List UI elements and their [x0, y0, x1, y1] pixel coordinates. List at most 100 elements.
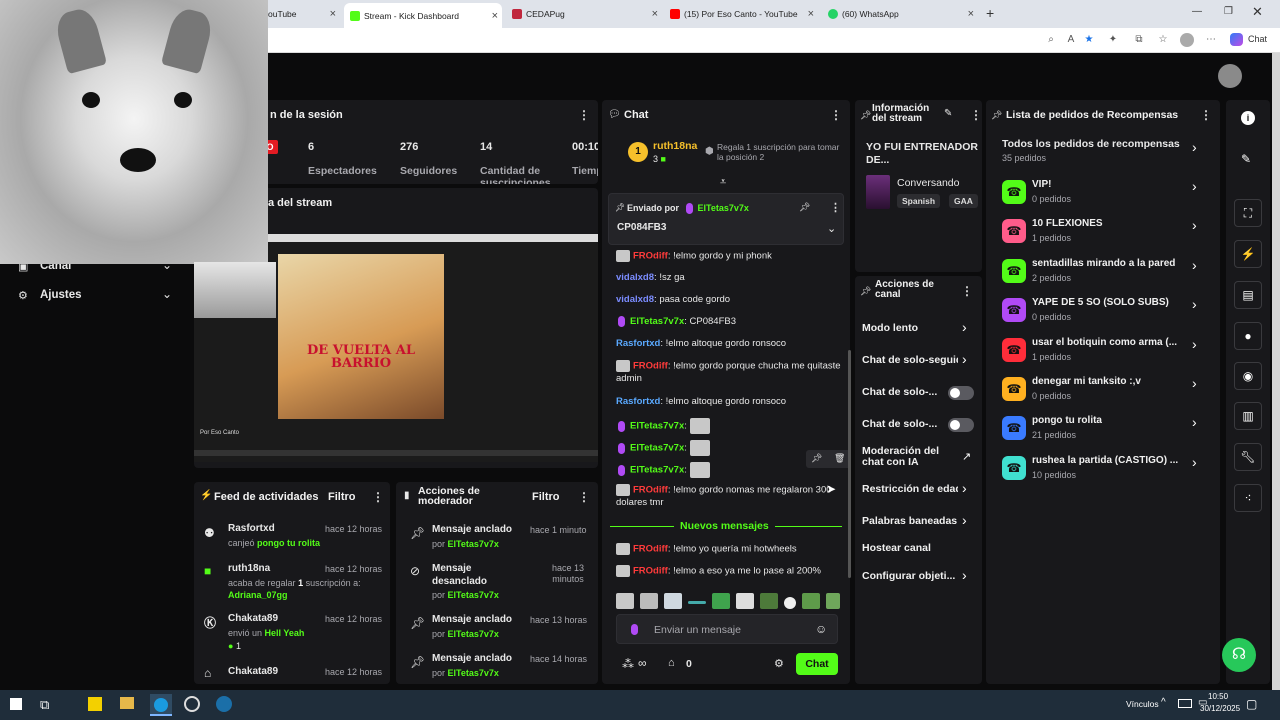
file-explorer-icon[interactable] [120, 697, 134, 709]
edit-pencil-icon[interactable]: ✎ [1241, 152, 1251, 166]
start-icon[interactable] [10, 698, 22, 710]
edge-taskbar-icon[interactable] [150, 694, 172, 716]
channel-points-icon[interactable]: ⁂ [622, 657, 634, 671]
send-chat-button[interactable]: Chat [796, 653, 838, 675]
emote-icon[interactable] [826, 593, 840, 609]
collapse-icon[interactable]: ⩡ [720, 176, 726, 189]
lightning-icon[interactable]: ⚡ [1234, 240, 1262, 268]
clock-time[interactable]: 10:50 [1208, 692, 1228, 701]
sidebar-item-ajustes[interactable]: ⚙ Ajustes ⌄ [16, 287, 186, 307]
layout-icon[interactable]: ▥ [1234, 402, 1262, 430]
notifications-icon[interactable]: ▢ [1246, 697, 1257, 711]
broadcast-icon[interactable]: ◉ [1234, 362, 1262, 390]
emote-icon[interactable] [712, 593, 730, 609]
copilot-chat-button[interactable]: Chat [1248, 34, 1267, 44]
clock-date[interactable]: 30/12/2025 [1200, 704, 1240, 713]
video-controls[interactable] [194, 450, 598, 456]
more-options-icon[interactable]: ⋮ [372, 490, 384, 504]
user-avatar[interactable] [1218, 64, 1242, 88]
host-channel-button[interactable]: Hostear canal [862, 542, 931, 554]
unpin-button[interactable]: 📌︎ [799, 202, 810, 213]
reward-item[interactable]: ☎ denegar mi tanksito :,v 0 pedidos › [1002, 373, 1202, 407]
shop-icon[interactable]: ⌂ [668, 657, 675, 669]
all-rewards-item[interactable]: Todos los pedidos de recompensas 35 pedi… [1002, 138, 1212, 170]
history-icon[interactable]: ⧉ [1132, 33, 1146, 47]
more-menu-icon[interactable]: ⋯ [1204, 33, 1218, 47]
set-goal-button[interactable]: Configurar objeti... [862, 570, 955, 582]
reward-item[interactable]: ☎ pongo tu rolita 21 pedidos › [1002, 412, 1202, 446]
more-options-icon[interactable]: ⋮ [961, 284, 973, 298]
support-headset-icon[interactable]: ☊ [1222, 638, 1256, 672]
wrench-icon[interactable]: 🔧︎ [1234, 443, 1262, 471]
reward-item[interactable]: ☎ usar el botiquin como arma (... 1 pedido… [1002, 334, 1202, 368]
emote-icon[interactable] [784, 597, 796, 609]
copilot-icon[interactable] [1230, 33, 1243, 46]
tag-chip[interactable]: Spanish [897, 194, 941, 208]
zoom-icon[interactable]: ⌕ [1044, 33, 1058, 47]
chat-bubble-icon[interactable]: ● [1234, 322, 1262, 350]
favorites-icon[interactable]: ☆ [1156, 33, 1170, 47]
scan-icon[interactable]: ⛶ [1234, 199, 1262, 227]
top-gifter-name[interactable]: ruth18na [653, 140, 697, 152]
slow-mode-button[interactable]: Modo lento [862, 322, 918, 334]
close-tab-icon[interactable]: × [808, 8, 814, 20]
close-tab-icon[interactable]: × [492, 10, 498, 22]
emote-icon[interactable] [736, 593, 754, 609]
close-tab-icon[interactable]: × [968, 8, 974, 20]
reward-item[interactable]: ☎ rushea la partida (CASTIGO) ... 10 pedid… [1002, 452, 1202, 486]
translate-icon[interactable]: A [1064, 33, 1078, 47]
chevron-up-icon[interactable]: ^ [1161, 697, 1166, 708]
stream-category[interactable]: Conversando [897, 177, 959, 189]
info-icon[interactable]: i [1241, 111, 1255, 125]
sticky-notes-icon[interactable] [88, 697, 102, 711]
keyboard-icon[interactable] [1178, 699, 1192, 708]
more-options-icon[interactable]: ⋮ [830, 201, 841, 214]
more-options-icon[interactable]: ⋮ [1200, 108, 1212, 122]
extension-icon[interactable]: ✦ [1106, 33, 1120, 47]
task-view-icon[interactable]: ⧉ [40, 697, 49, 713]
bookmark-star-icon[interactable]: ★ [1082, 33, 1096, 47]
emote-only-toggle[interactable] [948, 418, 974, 432]
close-tab-icon[interactable]: × [652, 8, 658, 20]
tab-youtube-por-eso-canto[interactable]: (15) Por Eso Canto - YouTube × [664, 4, 818, 24]
tag-chip[interactable]: GAA [949, 194, 978, 208]
reward-item[interactable]: ☎ sentadillas mirando a la pared 2 pedidos… [1002, 255, 1202, 289]
followers-only-button[interactable]: Chat de solo-seguid [862, 354, 958, 366]
reward-item[interactable]: ☎ YAPE DE 5 SO (SOLO SUBS) 0 pedidos › [1002, 294, 1202, 328]
chat-input[interactable]: Enviar un mensaje ☺ [616, 614, 838, 644]
ai-moderation-button[interactable]: Moderación del chat con IA [862, 446, 952, 468]
edit-pencil-icon[interactable]: ✎ [944, 108, 952, 119]
emote-icon[interactable] [760, 593, 778, 609]
more-options-icon[interactable]: ⋮ [830, 108, 842, 122]
tab-kick-dashboard[interactable]: Stream - Kick Dashboard × [344, 3, 502, 28]
chevron-down-icon[interactable]: ⌄ [827, 222, 836, 235]
mod-filter-button[interactable]: Filtro [532, 491, 560, 503]
tab-cedapug[interactable]: CEDAPug × [506, 4, 662, 24]
more-options-icon[interactable]: ⋮ [970, 108, 982, 122]
reward-item[interactable]: ☎ VIP! 0 pedidos › [1002, 176, 1202, 210]
taskbar-links[interactable]: Vínculos [1126, 699, 1159, 709]
maximize-icon[interactable]: ❐ [1224, 6, 1233, 17]
more-options-icon[interactable]: ⋮ [578, 490, 590, 504]
close-window-icon[interactable]: ✕ [1252, 4, 1263, 20]
trash-icon[interactable]: 🗑︎ [834, 453, 845, 464]
new-tab-icon[interactable]: + [986, 5, 994, 21]
chat-scrollbar[interactable] [848, 350, 851, 578]
tab-whatsapp[interactable]: (60) WhatsApp × [822, 4, 978, 24]
page-scrollbar[interactable] [1272, 53, 1280, 690]
tab-youtube[interactable]: ouTube × [262, 4, 340, 24]
external-link-icon[interactable]: ↗ [962, 450, 971, 463]
minimize-icon[interactable]: — [1192, 6, 1202, 17]
more-options-icon[interactable]: ⋮ [578, 108, 590, 122]
emote-icon[interactable] [616, 593, 634, 609]
subs-only-toggle[interactable] [948, 386, 974, 400]
obs-icon[interactable] [184, 696, 200, 712]
nodes-icon[interactable]: ⁖ [1234, 484, 1262, 512]
emote-icon[interactable] [802, 593, 820, 609]
emoji-icon[interactable]: ☺ [815, 622, 827, 636]
document-icon[interactable]: ▤ [1234, 281, 1262, 309]
feed-filter-button[interactable]: Filtro [328, 491, 356, 503]
emote-icon[interactable] [664, 593, 682, 609]
emote-icon[interactable] [688, 601, 706, 604]
reward-item[interactable]: ☎ 10 FLEXIONES 1 pedidos › [1002, 215, 1202, 249]
